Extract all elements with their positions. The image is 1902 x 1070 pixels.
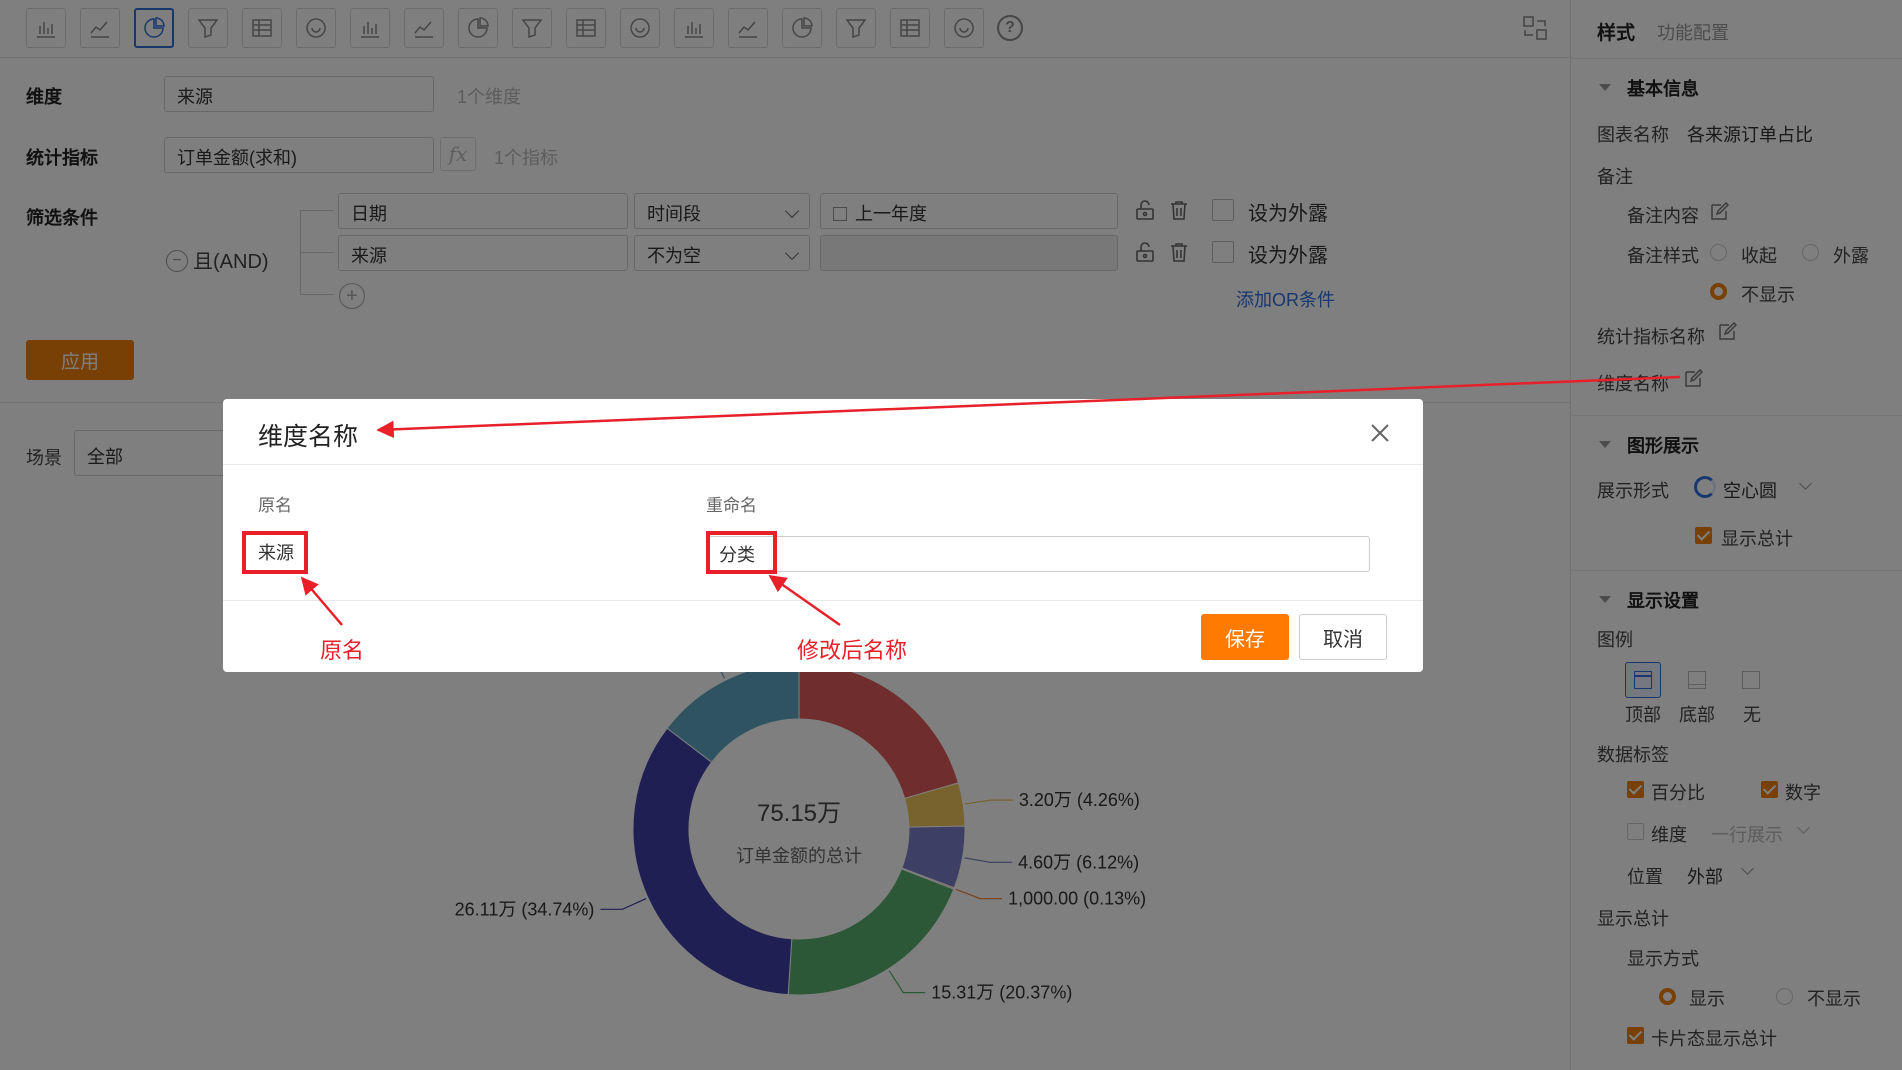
rename-header: 重命名	[706, 496, 757, 515]
dialog-divider	[223, 600, 1423, 601]
dimension-name-dialog: 维度名称 原名 重命名 来源 保存 取消	[223, 399, 1423, 672]
original-name-header: 原名	[258, 496, 292, 515]
rename-input[interactable]	[706, 536, 1370, 572]
save-button[interactable]: 保存	[1201, 614, 1289, 660]
dialog-divider	[223, 464, 1423, 465]
annotation-box-renamed	[706, 531, 777, 574]
annotation-label-original: 原名	[320, 638, 365, 663]
annotation-label-renamed: 修改后名称	[797, 638, 908, 663]
annotation-box-original	[242, 531, 308, 574]
dialog-title: 维度名称	[258, 423, 359, 451]
cancel-button[interactable]: 取消	[1299, 614, 1387, 660]
close-icon[interactable]	[1366, 419, 1394, 447]
